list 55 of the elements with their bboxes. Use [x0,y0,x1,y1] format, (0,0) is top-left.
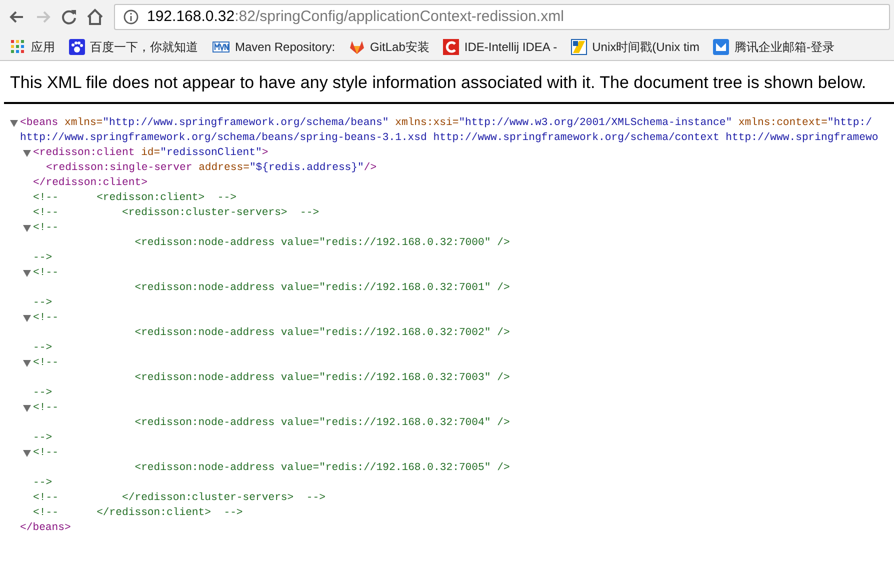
xml-comment-line: <!-- [33,356,58,370]
clock-logo-icon [571,39,588,55]
xml-line: <beans xmlns="http://www.springframework.org/schema/beans" xmlns:xsi="http://www.w3.org/2001/XMLSchema-instance" xmlns:context="http:/ [20,116,873,130]
xml-line: <redisson:client id="redissonClient"> [33,146,268,160]
xml-comment-line: <!-- [33,220,58,236]
xml-comment-line: --> [33,386,54,400]
expanded-triangle-icon[interactable] [23,404,31,412]
mail-icon [713,39,730,55]
c-logo-icon [443,39,460,55]
home-icon[interactable] [86,8,104,26]
xml-comment-line: <!-- [33,400,58,416]
bookmark-item[interactable]: IDE-Intellij IDEA - [443,38,558,56]
bookmark-item[interactable]: Maven Repository: [212,38,336,56]
address-bar[interactable]: 192.168.0.32:82/springConfig/applicationContext-redission.xml [114,4,890,30]
xml-comment-line: --> [33,430,54,446]
expanded-triangle-icon[interactable] [23,359,31,367]
xml-comment-line: <redisson:node-address value="redis://192.168.0.32:7005" /> [134,460,511,476]
bookmark-item[interactable]: Unix时间戳(Unix tim [571,38,700,56]
xml-line: </redisson:client> [33,176,148,190]
expanded-triangle-icon[interactable] [23,269,31,277]
xml-comment-line: <!-- <redisson:cluster-servers> --> [33,206,320,220]
xml-comment-line: --> [33,476,54,490]
expanded-triangle-icon[interactable] [23,449,31,457]
xml-comment-line: <!-- [33,266,58,280]
xml-comment-line: <!-- </redisson:cluster-servers> --> [33,490,326,506]
expanded-triangle-icon[interactable] [23,149,31,157]
bookmark-item[interactable]: 百度一下，你就知道 [69,38,198,56]
bookmark-item[interactable]: 应用 [10,38,55,56]
xml-comment-line: --> [33,250,54,266]
xml-comment-line: <!-- [33,310,58,326]
expanded-triangle-icon[interactable] [23,224,31,232]
xml-comment-line: <redisson:node-address value="redis://192.168.0.32:7000" /> [134,236,511,250]
xml-comment-line: <!-- <redisson:client> --> [33,190,238,206]
xml-line: http://www.springframework.org/schema/beans/spring-beans-3.1.xsd http://www.springframework.org/schema/context http://www.springframewo [20,130,878,146]
xml-comment-line: <redisson:node-address value="redis://192.168.0.32:7003" /> [134,370,511,386]
bookmark-item[interactable]: GitLab安装 [349,38,430,56]
apps-grid-icon [10,39,26,55]
expanded-triangle-icon[interactable] [23,314,31,322]
xml-comment-line: <!-- [33,446,58,460]
fox-logo-icon [349,39,366,55]
xml-line: </beans> [20,520,72,536]
maven-logo-icon [212,39,230,55]
xml-comment-line: <redisson:node-address value="redis://192.168.0.32:7002" /> [134,326,511,340]
xml-comment-line: <redisson:node-address value="redis://192.168.0.32:7004" /> [134,416,511,430]
xml-comment-line: <redisson:node-address value="redis://192.168.0.32:7001" /> [134,280,511,296]
xml-comment-line: --> [33,340,54,356]
info-icon[interactable] [123,9,139,25]
reload-icon[interactable] [60,8,78,26]
bookmark-item[interactable]: 腾讯企业邮箱-登录 [713,38,834,56]
info-message: This XML file does not appear to have any style information associated with it. The document tree is shown below. [10,72,868,94]
expanded-triangle-icon[interactable] [10,119,18,127]
xml-line: <redisson:single-server address="${redis.address}"/> [46,160,378,176]
xml-comment-line: --> [33,296,54,310]
paw-icon [69,39,85,55]
xml-comment-line: <!-- </redisson:client> --> [33,506,244,520]
